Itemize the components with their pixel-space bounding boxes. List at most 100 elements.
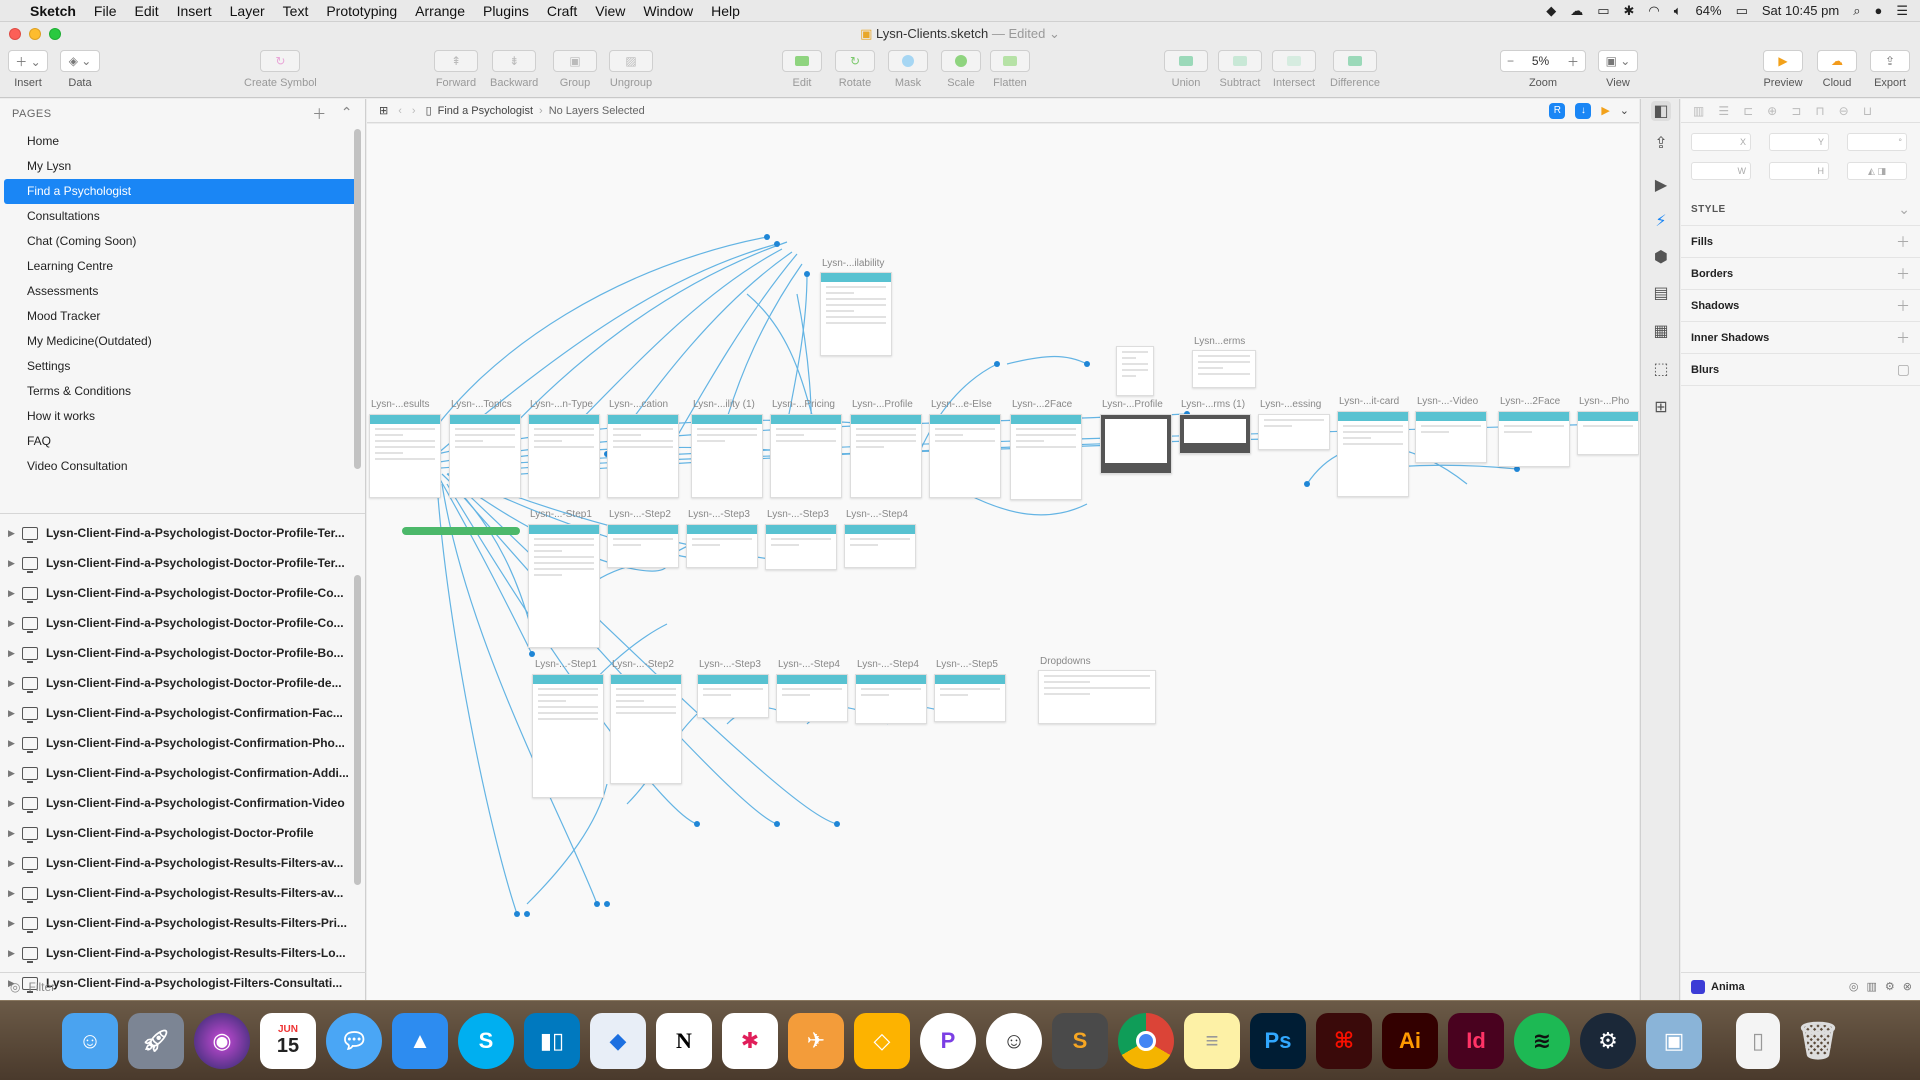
artboard-thumbnail[interactable] bbox=[1100, 414, 1172, 474]
add-fill-icon[interactable]: ＋ bbox=[1896, 232, 1910, 252]
scale-button[interactable]: Scale bbox=[941, 50, 981, 89]
artboard-title[interactable]: Lysn-...Pricing bbox=[772, 399, 835, 410]
backward-button[interactable]: ⇟ Backward bbox=[490, 50, 538, 89]
page-item-find-a-psychologist[interactable]: Find a Psychologist bbox=[4, 179, 361, 204]
distribute-horizontal-icon[interactable]: ▥ bbox=[1693, 104, 1704, 118]
artboard-title[interactable]: Lysn-...rms (1) bbox=[1181, 399, 1245, 410]
align-top-icon[interactable]: ⊓ bbox=[1815, 104, 1824, 118]
anima-settings-icon[interactable]: ⚙︎ bbox=[1885, 980, 1895, 993]
x-field[interactable]: X bbox=[1691, 133, 1751, 151]
difference-button[interactable]: Difference bbox=[1330, 50, 1380, 89]
launchpad-icon[interactable]: 🚀︎ bbox=[128, 1012, 184, 1069]
disclosure-triangle-icon[interactable]: ▶ bbox=[8, 888, 22, 899]
breadcrumb[interactable]: ▯ Find a Psychologist › No Layers Select… bbox=[426, 104, 645, 118]
disclosure-triangle-icon[interactable]: ▶ bbox=[8, 918, 22, 929]
artboard-thumbnail[interactable] bbox=[607, 524, 679, 568]
artboard-title[interactable]: Lysn-...cation bbox=[609, 399, 668, 410]
page-item-video-consultation[interactable]: Video Consultation bbox=[4, 454, 361, 479]
chrome-icon[interactable] bbox=[1118, 1012, 1174, 1069]
filter-input[interactable]: Filter bbox=[28, 980, 55, 994]
photoshop-icon[interactable]: Ps bbox=[1250, 1012, 1306, 1069]
battery-icon[interactable]: ▭ bbox=[1736, 3, 1748, 19]
artboard-title[interactable]: Lysn-...-Step1 bbox=[535, 659, 597, 670]
page-item-faq[interactable]: FAQ bbox=[4, 429, 361, 454]
artboard-title[interactable]: Lysn-...ilability bbox=[822, 258, 884, 269]
add-shadow-icon[interactable]: ＋ bbox=[1896, 296, 1910, 316]
back-arrow-icon[interactable]: ‹ bbox=[398, 105, 402, 117]
artboard-thumbnail[interactable] bbox=[1179, 414, 1251, 454]
layout-icon[interactable]: ▤ bbox=[1651, 283, 1671, 303]
mask-button[interactable]: Mask bbox=[888, 50, 928, 89]
disclosure-triangle-icon[interactable]: ▶ bbox=[8, 618, 22, 629]
artboard-title[interactable]: Lysn-...-Step3 bbox=[699, 659, 761, 670]
artboard-row[interactable]: ▶ Lysn-Client-Find-a-Psychologist-Confirm… bbox=[0, 758, 365, 788]
blur-checkbox[interactable]: ▢ bbox=[1897, 361, 1910, 378]
lightning-icon[interactable]: ⚡︎ bbox=[1651, 211, 1671, 231]
artboard-thumbnail[interactable] bbox=[929, 414, 1001, 498]
artboard-thumbnail[interactable] bbox=[1258, 414, 1330, 450]
artboard-thumbnail[interactable] bbox=[934, 674, 1006, 722]
page-item-consultations[interactable]: Consultations bbox=[4, 204, 361, 229]
view-button[interactable]: ▣ ⌄ View bbox=[1598, 50, 1638, 89]
acrobat-icon[interactable]: ⌘ bbox=[1316, 1012, 1372, 1069]
page-item-terms[interactable]: Terms & Conditions bbox=[4, 379, 361, 404]
artboard-title[interactable]: Lysn-...esults bbox=[371, 399, 430, 410]
pages-scrollbar[interactable] bbox=[354, 129, 361, 469]
airplay-icon[interactable]: ▭ bbox=[1597, 3, 1609, 19]
illustrator-icon[interactable]: Ai bbox=[1382, 1012, 1438, 1069]
artboard-row[interactable]: ▶ Lysn-Client-Find-a-Psychologist-Results… bbox=[0, 908, 365, 938]
menu-craft[interactable]: Craft bbox=[547, 3, 577, 19]
artboard-title[interactable]: Lysn...erms bbox=[1194, 336, 1245, 347]
artboard-row[interactable]: ▶ Lysn-Client-Find-a-Psychologist-Doctor-… bbox=[0, 818, 365, 848]
edit-button[interactable]: Edit bbox=[782, 50, 822, 89]
insert-button[interactable]: ＋ ⌄ Insert bbox=[8, 50, 48, 89]
plugin-download-icon[interactable]: ↓ bbox=[1575, 102, 1592, 119]
disclosure-triangle-icon[interactable]: ▶ bbox=[8, 738, 22, 749]
artboard-title[interactable]: Lysn-...-Step3 bbox=[767, 509, 829, 520]
menu-file[interactable]: File bbox=[94, 3, 117, 19]
zoom-control[interactable]: − 5% ＋ Zoom bbox=[1500, 50, 1586, 89]
filter-bar[interactable]: ◎ Filter bbox=[0, 972, 366, 1000]
artboard-title[interactable]: Lysn-...-Step4 bbox=[857, 659, 919, 670]
artboard-thumbnail[interactable] bbox=[1337, 411, 1409, 497]
add-inner-shadow-icon[interactable]: ＋ bbox=[1896, 328, 1910, 348]
intersect-button[interactable]: Intersect bbox=[1272, 50, 1316, 89]
artboard-thumbnail[interactable] bbox=[686, 524, 758, 568]
add-page-icon[interactable]: ＋ bbox=[312, 104, 327, 124]
align-center-icon[interactable]: ⊕ bbox=[1767, 104, 1777, 118]
page-item-home[interactable]: Home bbox=[4, 129, 361, 154]
artboard-title[interactable]: Lysn-...Topics bbox=[451, 399, 512, 410]
artboard-thumbnail[interactable] bbox=[449, 414, 521, 498]
artboard-row[interactable]: ▶ Lysn-Client-Find-a-Psychologist-Confirm… bbox=[0, 788, 365, 818]
canvas-chevron-icon[interactable]: ⌄ bbox=[1620, 104, 1629, 117]
artboard-row[interactable]: ▶ Lysn-Client-Find-a-Psychologist-Doctor-… bbox=[0, 548, 365, 578]
play-icon[interactable]: ▶ bbox=[1651, 175, 1671, 195]
battery-percent[interactable]: 64% bbox=[1696, 3, 1722, 18]
disclosure-triangle-icon[interactable]: ▶ bbox=[8, 798, 22, 809]
disclosure-triangle-icon[interactable]: ▶ bbox=[8, 528, 22, 539]
artboard-thumbnail[interactable] bbox=[1415, 411, 1487, 463]
menu-layer[interactable]: Layer bbox=[230, 3, 265, 19]
artboard-title[interactable]: Lysn-...ility (1) bbox=[693, 399, 755, 410]
menu-arrange[interactable]: Arrange bbox=[415, 3, 465, 19]
artboard-row[interactable]: ▶ Lysn-Client-Find-a-Psychologist-Doctor-… bbox=[0, 518, 365, 548]
testflight-icon[interactable]: ▲ bbox=[392, 1012, 448, 1069]
slack-icon[interactable]: ✱ bbox=[722, 1012, 778, 1069]
xcode-icon[interactable]: ◆ bbox=[590, 1012, 646, 1069]
disclosure-triangle-icon[interactable]: ▶ bbox=[8, 678, 22, 689]
wifi-icon[interactable]: ◠ bbox=[1648, 3, 1659, 19]
add-border-icon[interactable]: ＋ bbox=[1896, 264, 1910, 284]
indesign-icon[interactable]: Id bbox=[1448, 1012, 1504, 1069]
artboard-thumbnail[interactable] bbox=[528, 524, 600, 648]
artboard-thumbnail[interactable] bbox=[528, 414, 600, 498]
siri-menu-icon[interactable]: ● bbox=[1874, 3, 1882, 18]
sketch-icon[interactable]: ◇ bbox=[854, 1012, 910, 1069]
artboard-thumbnail[interactable] bbox=[369, 414, 441, 498]
artboard-thumbnail[interactable] bbox=[1010, 414, 1082, 500]
sublime-icon[interactable]: S bbox=[1052, 1012, 1108, 1069]
calendar-icon[interactable]: JUN 15 bbox=[260, 1012, 316, 1069]
airmail-icon[interactable]: ✈︎ bbox=[788, 1012, 844, 1069]
artboard-thumbnail[interactable] bbox=[1577, 411, 1639, 455]
artboard-row[interactable]: ▶ Lysn-Client-Find-a-Psychologist-Confirm… bbox=[0, 728, 365, 758]
bluetooth-icon[interactable]: ✱ bbox=[1623, 3, 1634, 19]
